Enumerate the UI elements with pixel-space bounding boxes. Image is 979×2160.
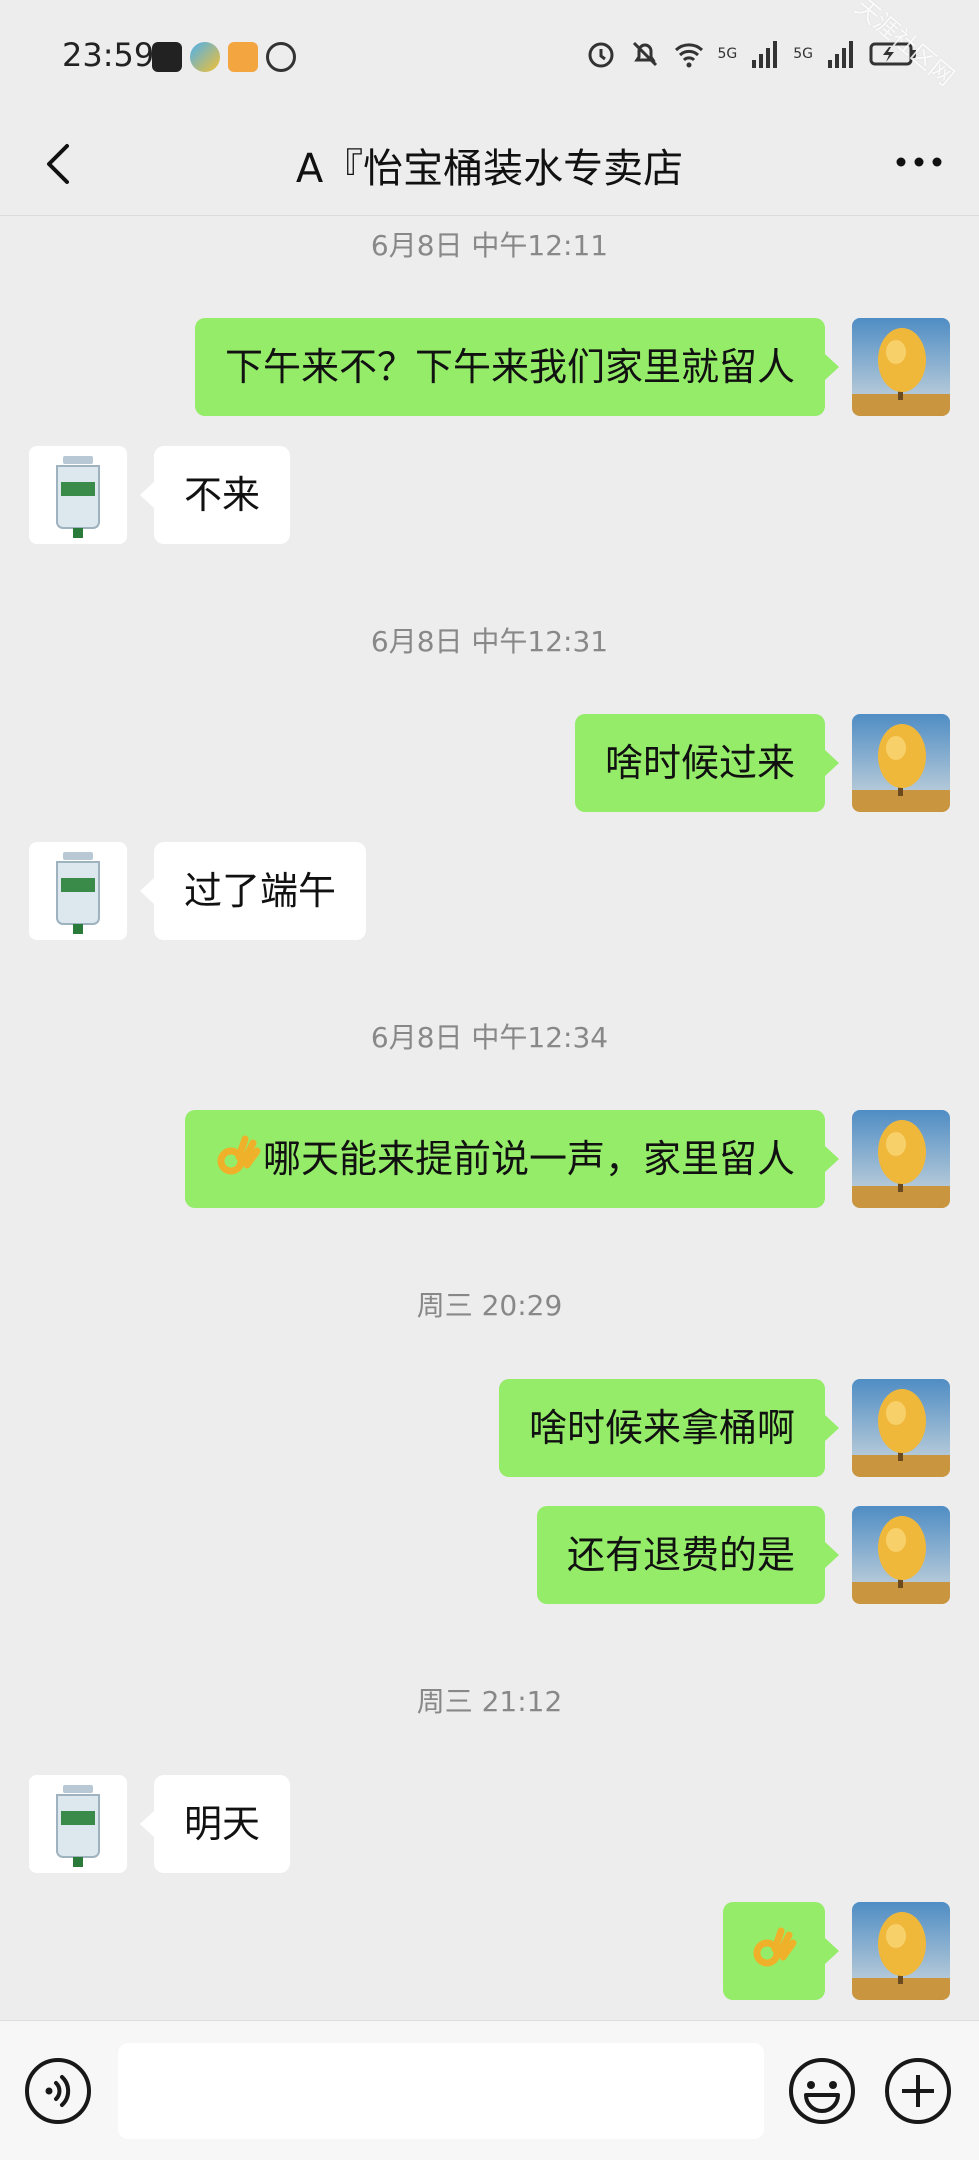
emoji-icon bbox=[789, 2058, 855, 2124]
avatar[interactable] bbox=[852, 1379, 950, 1477]
avatar[interactable] bbox=[29, 1775, 127, 1873]
message-bubble-sent[interactable]: 啥时候过来 bbox=[574, 714, 840, 812]
ok-hand-emoji-icon bbox=[753, 1927, 797, 1966]
message-row-received: 过了端午 bbox=[0, 842, 979, 940]
input-bar bbox=[0, 2020, 979, 2160]
message-timestamp: 6月8日 中午12:34 bbox=[370, 1021, 609, 1054]
message-row-sent: 啥时候来拿桶啊 bbox=[0, 1379, 979, 1477]
message-row-sent bbox=[0, 1902, 979, 2000]
message-timestamp: 6月8日 中午12:31 bbox=[370, 625, 609, 658]
voice-input-button[interactable] bbox=[22, 2055, 94, 2127]
avatar[interactable] bbox=[852, 1506, 950, 1604]
avatar[interactable] bbox=[852, 714, 950, 812]
message-row-sent: 还有退费的是 bbox=[0, 1506, 979, 1604]
message-input[interactable] bbox=[118, 2043, 764, 2139]
nav-bar: A『怡宝桶装水专卖店 bbox=[0, 112, 979, 216]
message-bubble-received[interactable]: 不来 bbox=[139, 446, 291, 544]
message-bubble-sent[interactable] bbox=[723, 1902, 839, 2000]
message-text: 哪天能来提前说一声，家里留人 bbox=[262, 1137, 795, 1181]
message-row-sent: 下午来不？下午来我们家里就留人 bbox=[0, 318, 979, 416]
chat-area[interactable]: 6月8日 中午12:11 下午来不？下午来我们家里就留人 不来 6月8日 中午1… bbox=[0, 216, 979, 2020]
ok-hand-emoji-icon bbox=[217, 1135, 261, 1174]
app-notification-icon bbox=[190, 42, 220, 72]
mute-icon bbox=[633, 41, 658, 67]
message-bubble-sent[interactable]: 还有退费的是 bbox=[536, 1506, 840, 1604]
message-timestamp: 6月8日 中午12:11 bbox=[370, 229, 609, 262]
network-type-label: 5G bbox=[717, 46, 738, 62]
message-bubble-received[interactable]: 明天 bbox=[139, 1775, 291, 1873]
app-notification-icon bbox=[228, 42, 258, 72]
message-row-received: 不来 bbox=[0, 446, 979, 544]
message-timestamp: 周三 20:29 bbox=[416, 1289, 563, 1322]
message-row-sent: 啥时候过来 bbox=[0, 714, 979, 812]
message-row-sent: 哪天能来提前说一声，家里留人 bbox=[0, 1110, 979, 1208]
message-bubble-sent[interactable]: 啥时候来拿桶啊 bbox=[498, 1379, 840, 1477]
avatar[interactable] bbox=[852, 318, 950, 416]
message-bubble-sent[interactable]: 下午来不？下午来我们家里就留人 bbox=[194, 318, 840, 416]
shield-icon bbox=[266, 42, 296, 72]
status-bar: 23:59 5G 5G 天涯社区网 bbox=[0, 0, 979, 112]
emoji-button[interactable] bbox=[786, 2055, 858, 2127]
more-features-button[interactable] bbox=[882, 2055, 954, 2127]
more-options-button[interactable] bbox=[889, 142, 949, 182]
avatar[interactable] bbox=[29, 842, 127, 940]
signal-icon bbox=[752, 41, 778, 68]
avatar[interactable] bbox=[29, 446, 127, 544]
plus-icon bbox=[885, 2058, 951, 2124]
alarm-icon bbox=[588, 42, 614, 68]
message-bubble-received[interactable]: 过了端午 bbox=[139, 842, 367, 940]
app-notification-icon bbox=[152, 42, 182, 72]
chat-title: A『怡宝桶装水专卖店 bbox=[295, 146, 684, 192]
status-time: 23:59 bbox=[62, 36, 155, 74]
avatar[interactable] bbox=[852, 1110, 950, 1208]
message-row-received: 明天 bbox=[0, 1775, 979, 1873]
wifi-icon bbox=[675, 43, 704, 68]
message-bubble-sent[interactable]: 哪天能来提前说一声，家里留人 bbox=[184, 1110, 840, 1208]
message-timestamp: 周三 21:12 bbox=[416, 1685, 563, 1718]
more-icon bbox=[896, 157, 942, 167]
avatar[interactable] bbox=[852, 1902, 950, 2000]
voice-icon bbox=[25, 2058, 91, 2124]
